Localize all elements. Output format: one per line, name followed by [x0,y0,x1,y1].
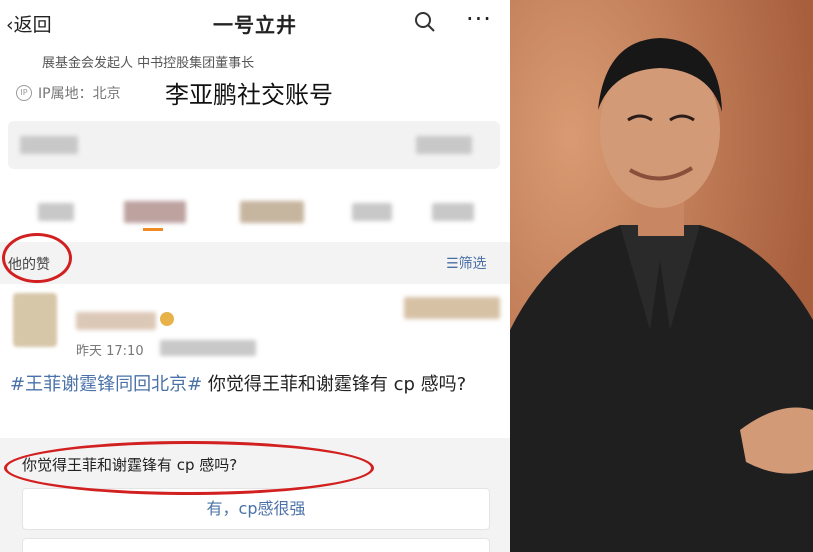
annotation-circle-question [4,441,374,495]
more-icon[interactable]: ··· [466,5,492,33]
ip-location-icon: IP [16,85,32,101]
badge-icon [160,312,174,326]
person-photo [510,0,813,552]
blurred-stat [432,203,474,221]
post-text: #王菲谢霆锋同回北京# 你觉得王菲和谢霆锋有 cp 感吗? [10,372,500,397]
search-icon [415,12,435,32]
poll-option-yes[interactable]: 有，cp感很强 [22,488,490,530]
profile-bio: 展基金会发起人 中书控股集团董事长 [42,56,255,71]
person-photo-illustration [510,0,813,552]
blurred-follow [404,297,500,319]
likes-tab-bar [0,242,510,284]
annotation-circle-likes [2,233,72,283]
blurred-stat [38,203,74,221]
blurred-text [416,136,472,154]
post-time: 昨天 17:10 [76,344,144,359]
avatar[interactable] [13,293,57,347]
app-screenshot-panel: ‹返回 一号立井 ··· 展基金会发起人 中书控股集团董事长 IP IP属地：北… [0,0,510,552]
blurred-stat [124,201,186,223]
poll-option-2[interactable] [22,538,490,552]
search-button[interactable] [413,10,437,38]
active-tab-indicator [143,228,163,231]
filter-button[interactable]: ☰筛选 [446,253,487,273]
filter-icon: ☰ [446,256,459,272]
top-bar: ‹返回 一号立井 ··· [0,0,510,44]
post-body: 你觉得王菲和谢霆锋有 cp 感吗? [202,374,467,395]
account-annotation: 李亚鹏社交账号 [165,81,333,109]
blurred-stat [352,203,392,221]
blurred-text [20,136,78,154]
blurred-username [76,312,156,330]
blurred-source [160,340,256,356]
blurred-stat [240,201,304,223]
blurred-profile-info [8,121,500,169]
ip-location: IP属地：北京 [38,86,121,102]
hashtag-link[interactable]: #王菲谢霆锋同回北京# [10,374,202,395]
